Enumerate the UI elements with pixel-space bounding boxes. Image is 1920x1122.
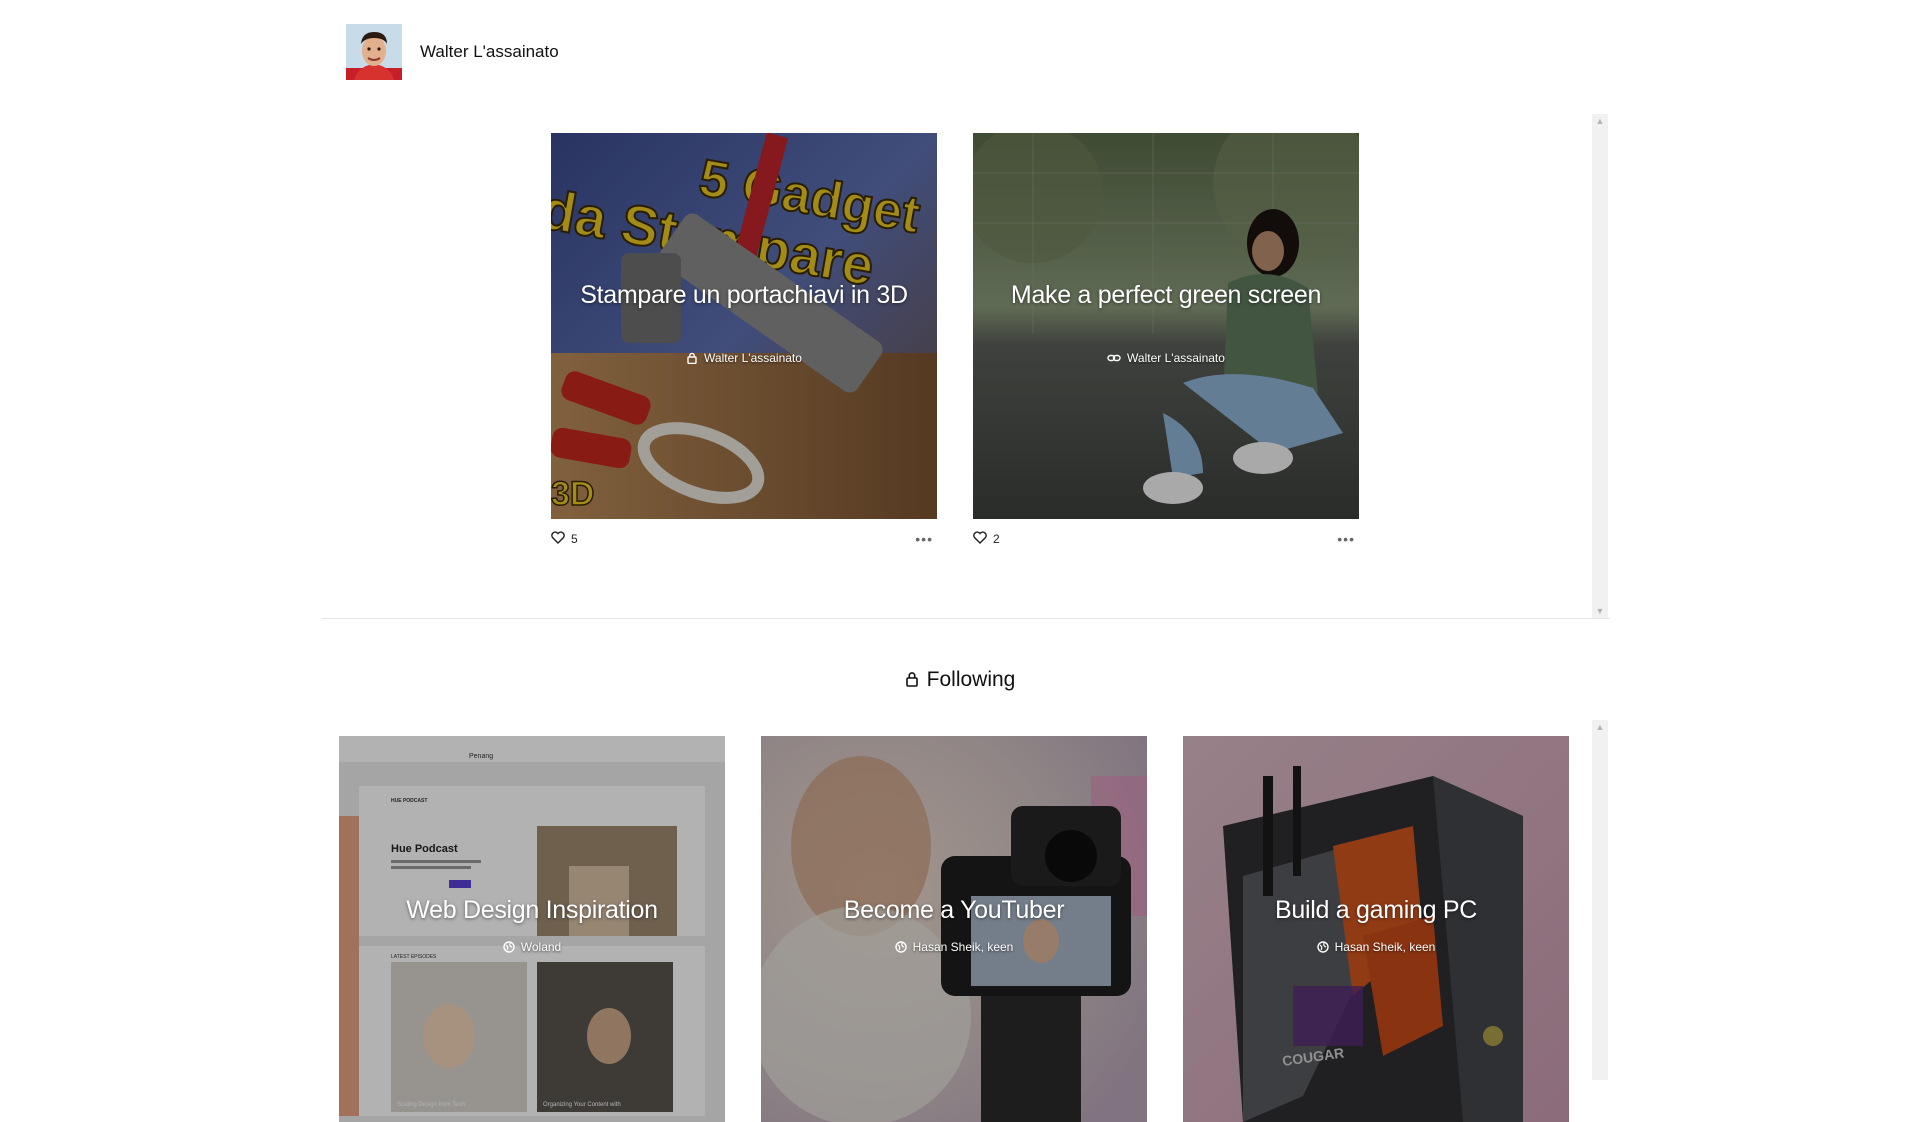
board-footer: 2 ••• [973, 531, 1359, 551]
scroll-up-icon[interactable]: ▲ [1592, 114, 1608, 128]
globe-icon [503, 941, 515, 956]
board-card-green-screen[interactable]: Make a perfect green screen Walter L'ass… [973, 133, 1359, 519]
more-options-icon[interactable]: ••• [915, 531, 933, 547]
board-title: Build a gaming PC [1275, 896, 1477, 924]
board-meta: Hasan Sheik, keen [761, 940, 1147, 956]
board-meta: Hasan Sheik, keen [1183, 940, 1569, 956]
scroll-down-icon[interactable]: ▼ [1592, 604, 1608, 618]
board-card-youtuber[interactable]: Become a YouTuber Hasan Sheik, keen [761, 736, 1147, 1122]
like-count: 5 [571, 532, 578, 546]
avatar-image [346, 24, 402, 80]
boards-scrollbar[interactable]: ▲ ▼ [1592, 114, 1608, 618]
card-overlay [973, 133, 1359, 519]
card-overlay [551, 133, 937, 519]
lock-icon [905, 669, 919, 693]
board-card-stampare[interactable]: 5 Gadget da Stampare 3D Stampare un port… [551, 133, 937, 519]
like-count: 2 [993, 532, 1000, 546]
like-button[interactable]: 2 [973, 531, 1000, 547]
lock-icon [686, 352, 698, 367]
board-footer: 5 ••• [551, 531, 937, 551]
board-title: Stampare un portachiavi in 3D [580, 281, 908, 309]
card-overlay [339, 736, 725, 1122]
avatar[interactable] [346, 24, 402, 80]
board-meta: Walter L'assainato [551, 351, 937, 367]
board-meta: Woland [339, 940, 725, 956]
board-author: Hasan Sheik, keen [912, 940, 1014, 954]
heart-icon [973, 531, 987, 547]
board-author: Walter L'assainato [704, 351, 802, 365]
more-options-icon[interactable]: ••• [1337, 531, 1355, 547]
board-card-web-design[interactable]: Penang HUE PODCAST Hue Podcast LATEST EP… [339, 736, 725, 1122]
globe-icon [1316, 941, 1329, 956]
section-title-following: Following [0, 668, 1920, 693]
board-title: Web Design Inspiration [406, 896, 658, 924]
globe-icon [894, 941, 907, 956]
link-icon [1107, 352, 1121, 367]
following-scrollbar[interactable]: ▲ [1592, 720, 1608, 1080]
scroll-up-icon[interactable]: ▲ [1592, 720, 1608, 734]
section-title-text: Following [926, 668, 1016, 691]
board-author: Hasan Sheik, keen [1334, 940, 1436, 954]
card-overlay [1183, 736, 1569, 1122]
like-button[interactable]: 5 [551, 531, 578, 547]
board-title: Become a YouTuber [843, 896, 1065, 924]
profile-name[interactable]: Walter L'assainato [420, 42, 559, 62]
section-divider [322, 618, 1610, 619]
board-author: Woland [520, 940, 562, 954]
board-author: Walter L'assainato [1127, 351, 1225, 365]
board-title: Make a perfect green screen [1010, 281, 1322, 309]
board-meta: Walter L'assainato [973, 351, 1359, 367]
card-overlay [761, 736, 1147, 1122]
board-card-gaming-pc[interactable]: COUGAR Build a gaming PC Hasan Sheik, ke… [1183, 736, 1569, 1122]
heart-icon [551, 531, 565, 547]
